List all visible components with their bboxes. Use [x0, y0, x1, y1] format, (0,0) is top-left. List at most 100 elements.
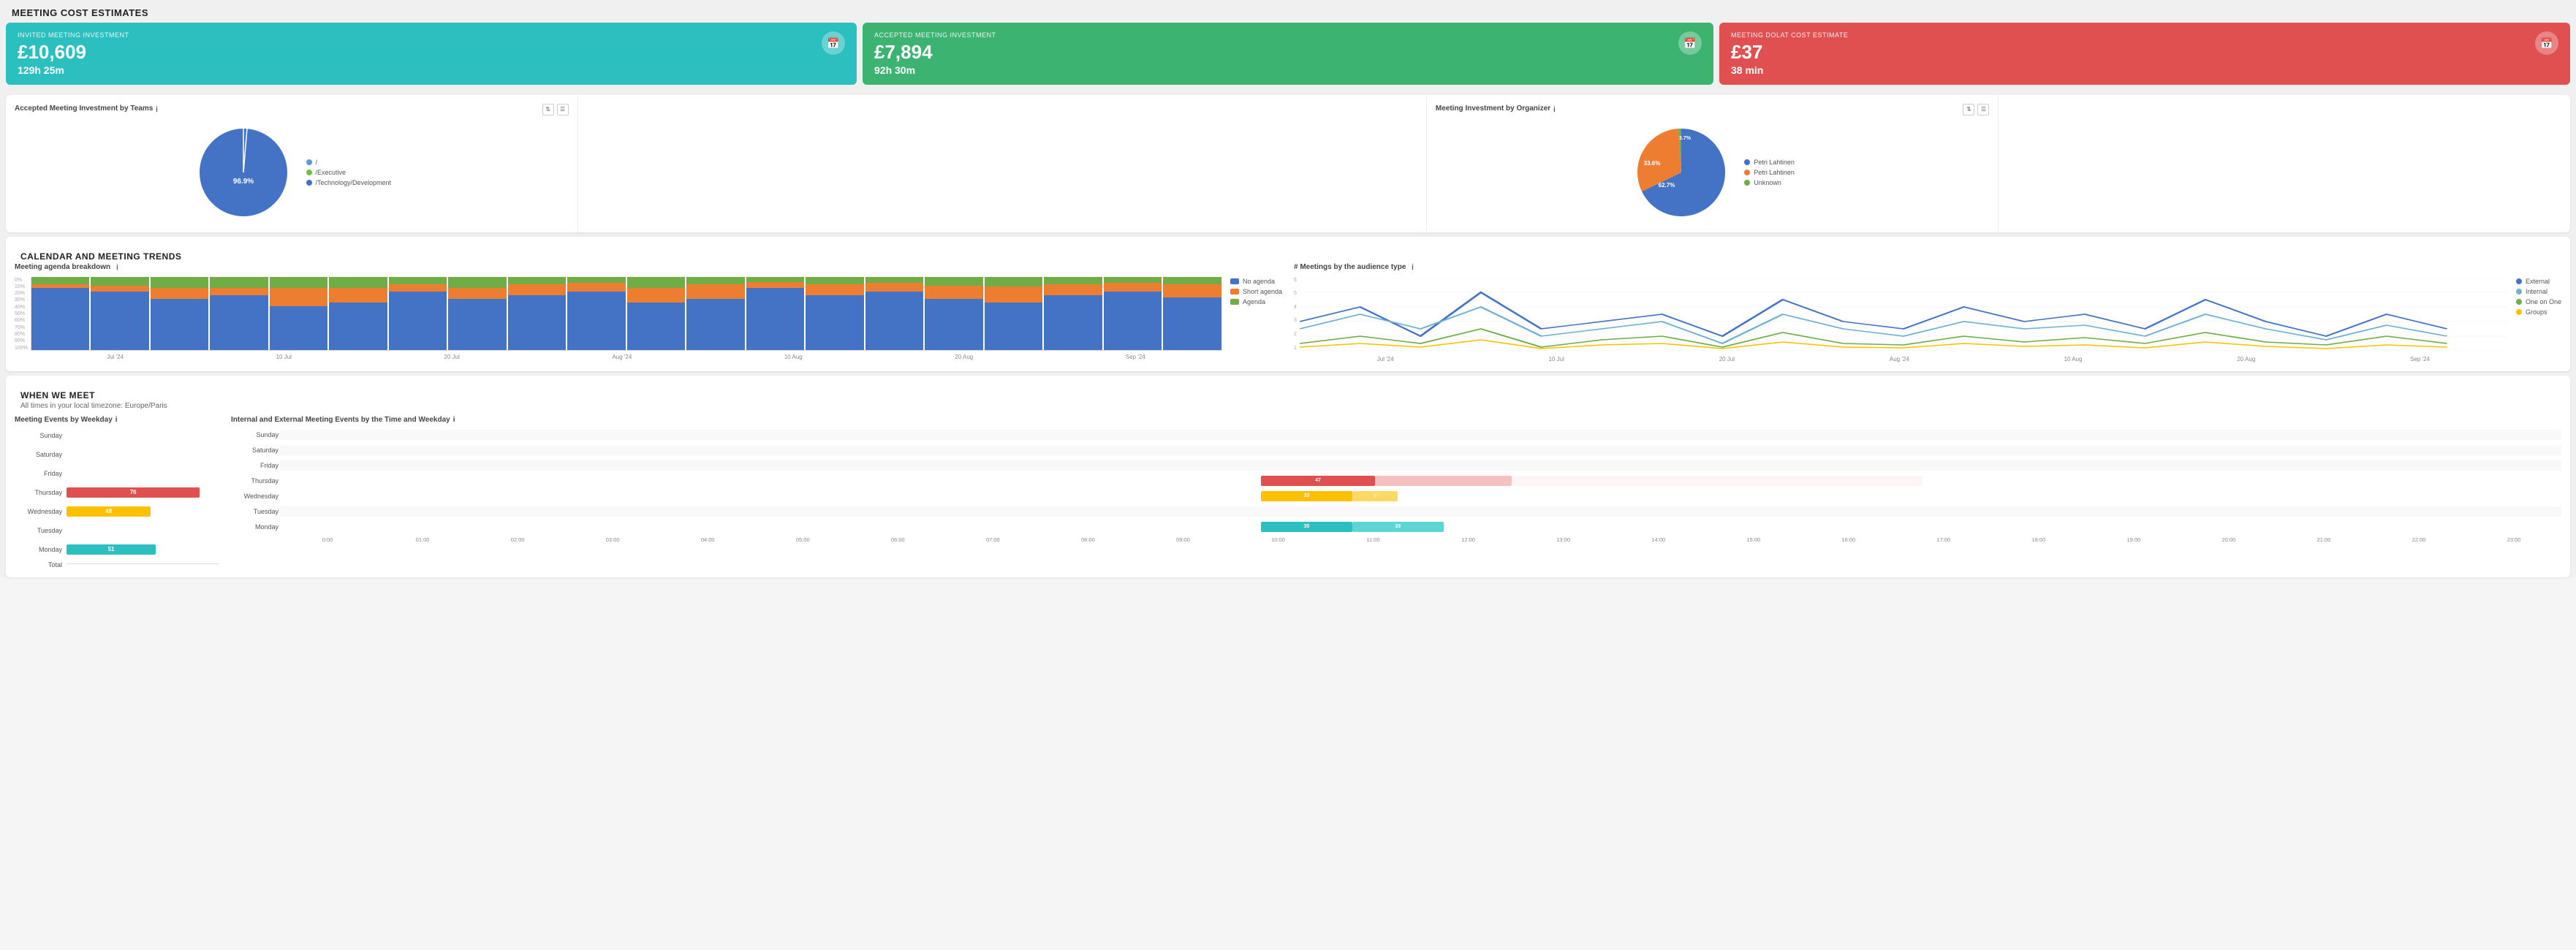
- hbar-label: Thursday: [15, 489, 62, 496]
- heatmap-row-friday: Friday: [231, 459, 2561, 472]
- kpi-label-dolat: MEETING DOLAT COST ESTIMATE: [1731, 31, 1848, 39]
- agenda-dot-2: [1230, 299, 1239, 305]
- audience-type-chart: # Meetings by the audience type i 1 2 3 …: [1294, 263, 2561, 362]
- legend-label-2: /Technology/Development: [316, 179, 392, 186]
- hbar-area: 76: [67, 487, 219, 498]
- teams-pie-container: 96.9% / /Executive /Technology/Developme…: [15, 121, 569, 224]
- agenda-legend-0: No agenda: [1230, 278, 1282, 285]
- kpi-card-accepted: ACCEPTED MEETING INVESTMENT £7,894 92h 3…: [863, 23, 1713, 85]
- bar-green: [389, 277, 447, 284]
- teams-list-icon[interactable]: ☰: [557, 104, 569, 115]
- sunday-label: Sunday: [231, 431, 279, 438]
- organizer-info-icon[interactable]: i: [1553, 105, 1555, 114]
- heatmap-x-axis: 0:00 01:00 02:00 03:00 04:00 05:00 06:00…: [280, 536, 2561, 543]
- time-heatmap: Internal and External Meeting Events by …: [231, 416, 2561, 569]
- kpi-label-accepted: ACCEPTED MEETING INVESTMENT: [874, 31, 996, 39]
- weekday-hbar-chart: Meeting Events by Weekday i SundaySaturd…: [15, 416, 219, 569]
- weekday-total-label: Total: [15, 561, 62, 569]
- agenda-title: Meeting agenda breakdown: [15, 263, 110, 271]
- agenda-bar-group: [865, 277, 924, 350]
- weekday-total-row: Total: [15, 561, 219, 569]
- teams-pie-panel: Accepted Meeting Investment by Teams i ⇅…: [6, 95, 578, 232]
- hbar-label: Tuesday: [15, 527, 62, 534]
- aud-legend-2: One on One: [2516, 298, 2561, 305]
- bar-orange: [389, 284, 447, 292]
- bar-orange: [985, 286, 1043, 303]
- org-label-0: Petri Lahtinen: [1754, 159, 1795, 166]
- bar-orange: [508, 284, 567, 295]
- bar-blue: [985, 303, 1043, 350]
- teams-pie-title: Accepted Meeting Investment by Teams: [15, 104, 153, 113]
- audience-chart-wrapper: 1 2 3 4 5 6: [1294, 278, 2561, 362]
- kpi-sub-dolat: 38 min: [1731, 64, 1848, 76]
- svg-text:96.9%: 96.9%: [232, 178, 253, 186]
- organizer-filter-icon[interactable]: ⇅: [1963, 104, 1974, 115]
- bar-blue: [746, 288, 805, 350]
- mon-cell-10: 30: [1261, 522, 1352, 532]
- friday-cells: [280, 460, 2561, 471]
- legend-label-1: /Executive: [316, 169, 346, 176]
- bar-orange: [329, 288, 387, 303]
- thu-cell-ext: [1512, 476, 1922, 486]
- bar-orange: [270, 288, 328, 306]
- bar-orange: [806, 284, 864, 295]
- middle-spacer-panel: [578, 95, 1427, 232]
- bar-orange: [151, 288, 209, 299]
- bar-orange: [925, 286, 983, 299]
- organizer-legend: Petri Lahtinen Petri Lahtinen Unknown: [1744, 159, 1795, 186]
- heatmap-title: Internal and External Meeting Events by …: [231, 416, 2561, 424]
- teams-info-icon[interactable]: i: [156, 105, 157, 114]
- weekday-chart-title: Meeting Events by Weekday i: [15, 416, 219, 424]
- weekday-hbar-row: Monday51: [15, 542, 219, 557]
- bar-green: [806, 277, 864, 284]
- org-dot-2: [1744, 180, 1750, 186]
- agenda-x-axis: Jul '24 10 Jul 20 Jul Aug '24 10 Aug 20 …: [31, 354, 1221, 360]
- organizer-pie-svg: 62.7% 33.6% 3.7%: [1630, 121, 1732, 224]
- kpi-card-content-invited: INVITED MEETING INVESTMENT £10,609 129h …: [18, 31, 129, 76]
- hbar-area: [67, 525, 219, 536]
- bar-blue: [329, 303, 387, 350]
- organizer-pie-title: Meeting Investment by Organizer: [1436, 104, 1550, 113]
- agenda-info-icon[interactable]: i: [116, 263, 118, 272]
- bar-green: [1044, 277, 1102, 284]
- bar-green: [31, 277, 90, 284]
- weekday-info-icon[interactable]: i: [115, 416, 118, 424]
- tuesday-label: Tuesday: [231, 508, 279, 515]
- hbar-area: [67, 449, 219, 460]
- teams-pie-svg: 96.9%: [192, 121, 295, 224]
- organizer-pie-panel: Meeting Investment by Organizer i ⇅ ☰ 62…: [1427, 95, 1999, 232]
- agenda-bar-group: [1104, 277, 1162, 350]
- aud-legend-1: Internal: [2516, 288, 2561, 295]
- wed-cell-11: 3: [1352, 491, 1398, 501]
- thu-cell-10: 47: [1261, 476, 1375, 486]
- teams-filter-icon[interactable]: ⇅: [542, 104, 554, 115]
- bar-green: [508, 277, 567, 284]
- heatmap-info-icon[interactable]: i: [453, 416, 455, 424]
- legend-dot-2: [306, 180, 312, 186]
- hbar-label: Saturday: [15, 451, 62, 458]
- kpi-card-dolat: MEETING DOLAT COST ESTIMATE £37 38 min 📅: [1719, 23, 2570, 85]
- mon-cell-11: 33: [1352, 522, 1444, 532]
- audience-x-axis: Jul '24 10 Jul 20 Jul Aug '24 10 Aug 20 …: [1300, 356, 2507, 362]
- org-legend-1: Petri Lahtinen: [1744, 169, 1795, 176]
- agenda-bar-group: [627, 277, 686, 350]
- agenda-bar-group: [686, 277, 745, 350]
- bar-blue: [91, 292, 149, 350]
- bar-blue: [1104, 292, 1162, 350]
- bar-blue: [1163, 297, 1221, 350]
- kpi-label-invited: INVITED MEETING INVESTMENT: [18, 31, 129, 39]
- org-label-2: Unknown: [1754, 179, 1781, 186]
- kpi-value-dolat: £37: [1731, 42, 1848, 63]
- audience-legend: External Internal One on One Groups: [2516, 278, 2561, 362]
- organizer-list-icon[interactable]: ☰: [1977, 104, 1989, 115]
- kpi-sub-invited: 129h 25m: [18, 64, 129, 76]
- bar-orange: [448, 288, 507, 299]
- org-legend-2: Unknown: [1744, 179, 1795, 186]
- svg-text:62.7%: 62.7%: [1659, 182, 1675, 189]
- agenda-bar-group: [985, 277, 1043, 350]
- kpi-icon-invited: 📅: [822, 31, 845, 55]
- weekday-hbar-row: Saturday: [15, 447, 219, 462]
- aud-label-3: Groups: [2526, 308, 2547, 316]
- weekday-hbar-row: Friday: [15, 466, 219, 481]
- audience-info-icon[interactable]: i: [1412, 263, 1413, 272]
